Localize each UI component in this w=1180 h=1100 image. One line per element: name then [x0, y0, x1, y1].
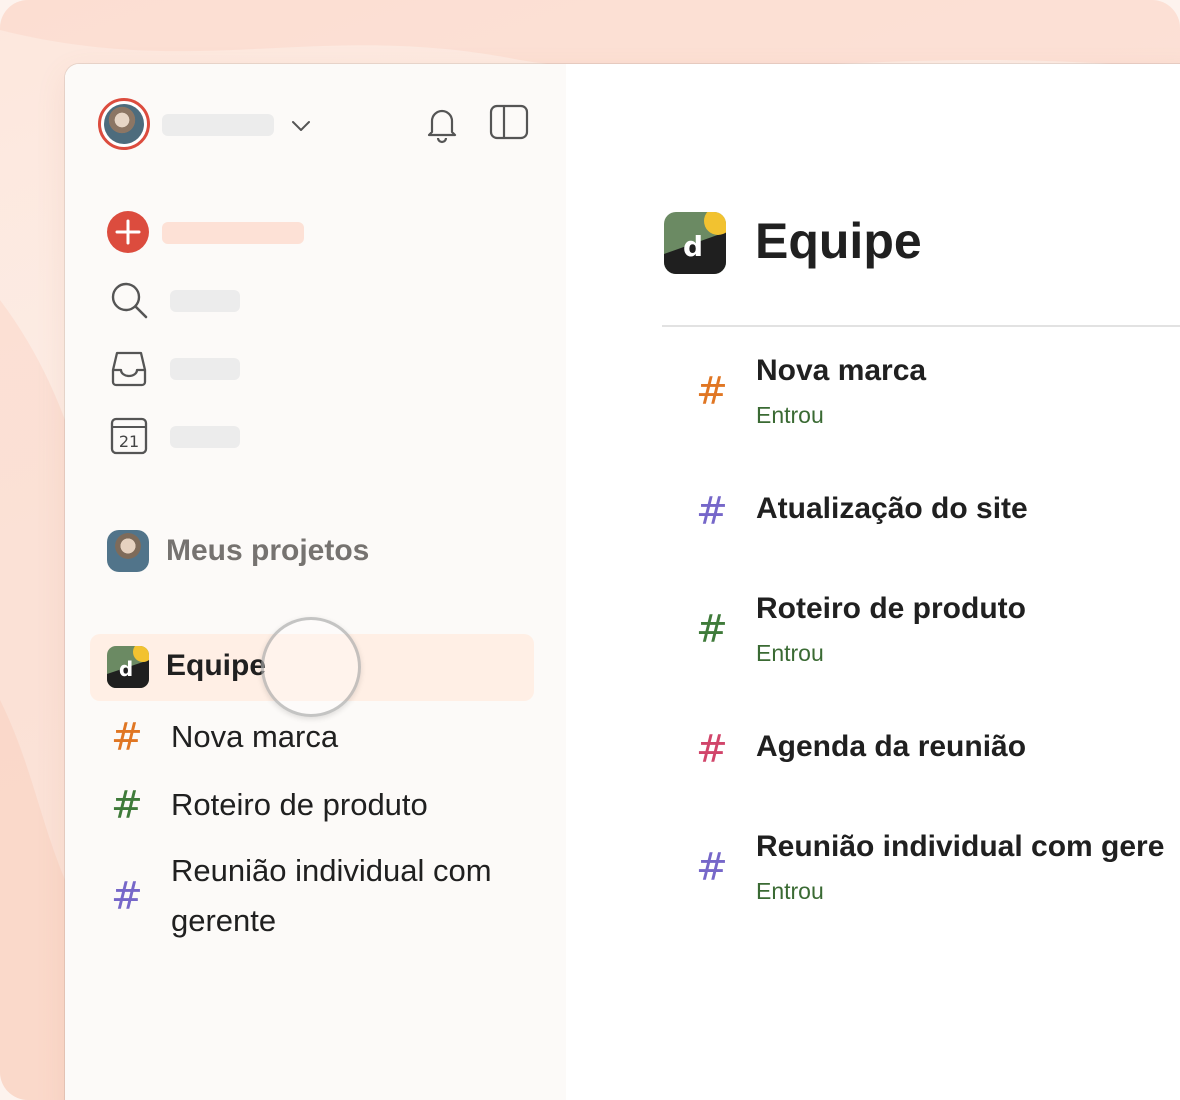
project-row[interactable]: # Nova marca Entrou [696, 352, 1180, 432]
team-logo-icon: d [107, 646, 149, 688]
svg-text:d: d [683, 230, 703, 263]
search-icon[interactable] [107, 278, 151, 322]
hash-icon: # [696, 489, 728, 533]
joined-status: Entrou [756, 878, 824, 904]
my-projects-avatar [107, 530, 149, 572]
svg-text:d: d [119, 657, 133, 681]
sidebar-toggle-icon[interactable] [489, 104, 529, 140]
project-row[interactable]: # Atualização do site [696, 490, 1180, 540]
chevron-down-icon[interactable] [287, 112, 315, 140]
project-name: Nova marca [756, 354, 927, 387]
hash-icon: # [111, 783, 143, 827]
app-window: 21 Meus projetos d Equipe # Nova marca #… [65, 64, 1180, 1100]
sidebar: 21 Meus projetos d Equipe # Nova marca #… [65, 64, 566, 1100]
hash-icon: # [696, 727, 728, 771]
hash-icon: # [696, 845, 728, 889]
sidebar-item-roteiro-de-produto[interactable]: # Roteiro de produto [107, 780, 527, 830]
team-logo-icon: d [664, 212, 726, 274]
main-content: d Equipe # Nova marca Entrou # Atualizaç… [566, 64, 1180, 1100]
joined-status: Entrou [756, 402, 824, 428]
bell-icon[interactable] [423, 104, 461, 144]
svg-text:21: 21 [119, 432, 139, 451]
sidebar-item-reuniao-individual[interactable]: # Reunião individual com gerente [107, 846, 527, 946]
team-label: Equipe [166, 649, 267, 682]
cursor-indicator [261, 617, 361, 717]
hash-icon: # [696, 369, 728, 413]
project-name: Agenda da reunião [756, 730, 1027, 763]
project-row[interactable]: # Roteiro de produto Entrou [696, 590, 1180, 670]
user-name-placeholder[interactable] [162, 114, 274, 136]
upcoming-placeholder[interactable] [170, 426, 240, 448]
search-placeholder[interactable] [170, 290, 240, 312]
user-avatar[interactable] [98, 98, 150, 150]
inbox-placeholder[interactable] [170, 358, 240, 380]
hash-icon: # [696, 607, 728, 651]
hash-icon: # [111, 715, 143, 759]
divider [662, 325, 1180, 327]
add-task-placeholder[interactable] [162, 222, 304, 244]
project-row[interactable]: # Reunião individual com gere Entrou [696, 828, 1180, 908]
hash-icon: # [111, 874, 143, 918]
project-name: Atualização do site [756, 492, 1028, 525]
project-label: Reunião individual com [171, 853, 492, 888]
page-title: Equipe [755, 213, 922, 269]
add-icon[interactable] [107, 211, 149, 253]
project-name: Reunião individual com gere [756, 830, 1165, 863]
sidebar-item-nova-marca[interactable]: # Nova marca [107, 712, 527, 762]
project-name: Roteiro de produto [756, 592, 1026, 625]
my-projects-label: Meus projetos [166, 534, 370, 567]
project-label: Nova marca [171, 719, 339, 754]
calendar-icon[interactable]: 21 [107, 414, 151, 458]
joined-status: Entrou [756, 640, 824, 666]
project-label: Roteiro de produto [171, 787, 428, 822]
project-row[interactable]: # Agenda da reunião [696, 728, 1180, 778]
project-label-line2: gerente [171, 903, 277, 938]
inbox-icon[interactable] [107, 346, 151, 390]
